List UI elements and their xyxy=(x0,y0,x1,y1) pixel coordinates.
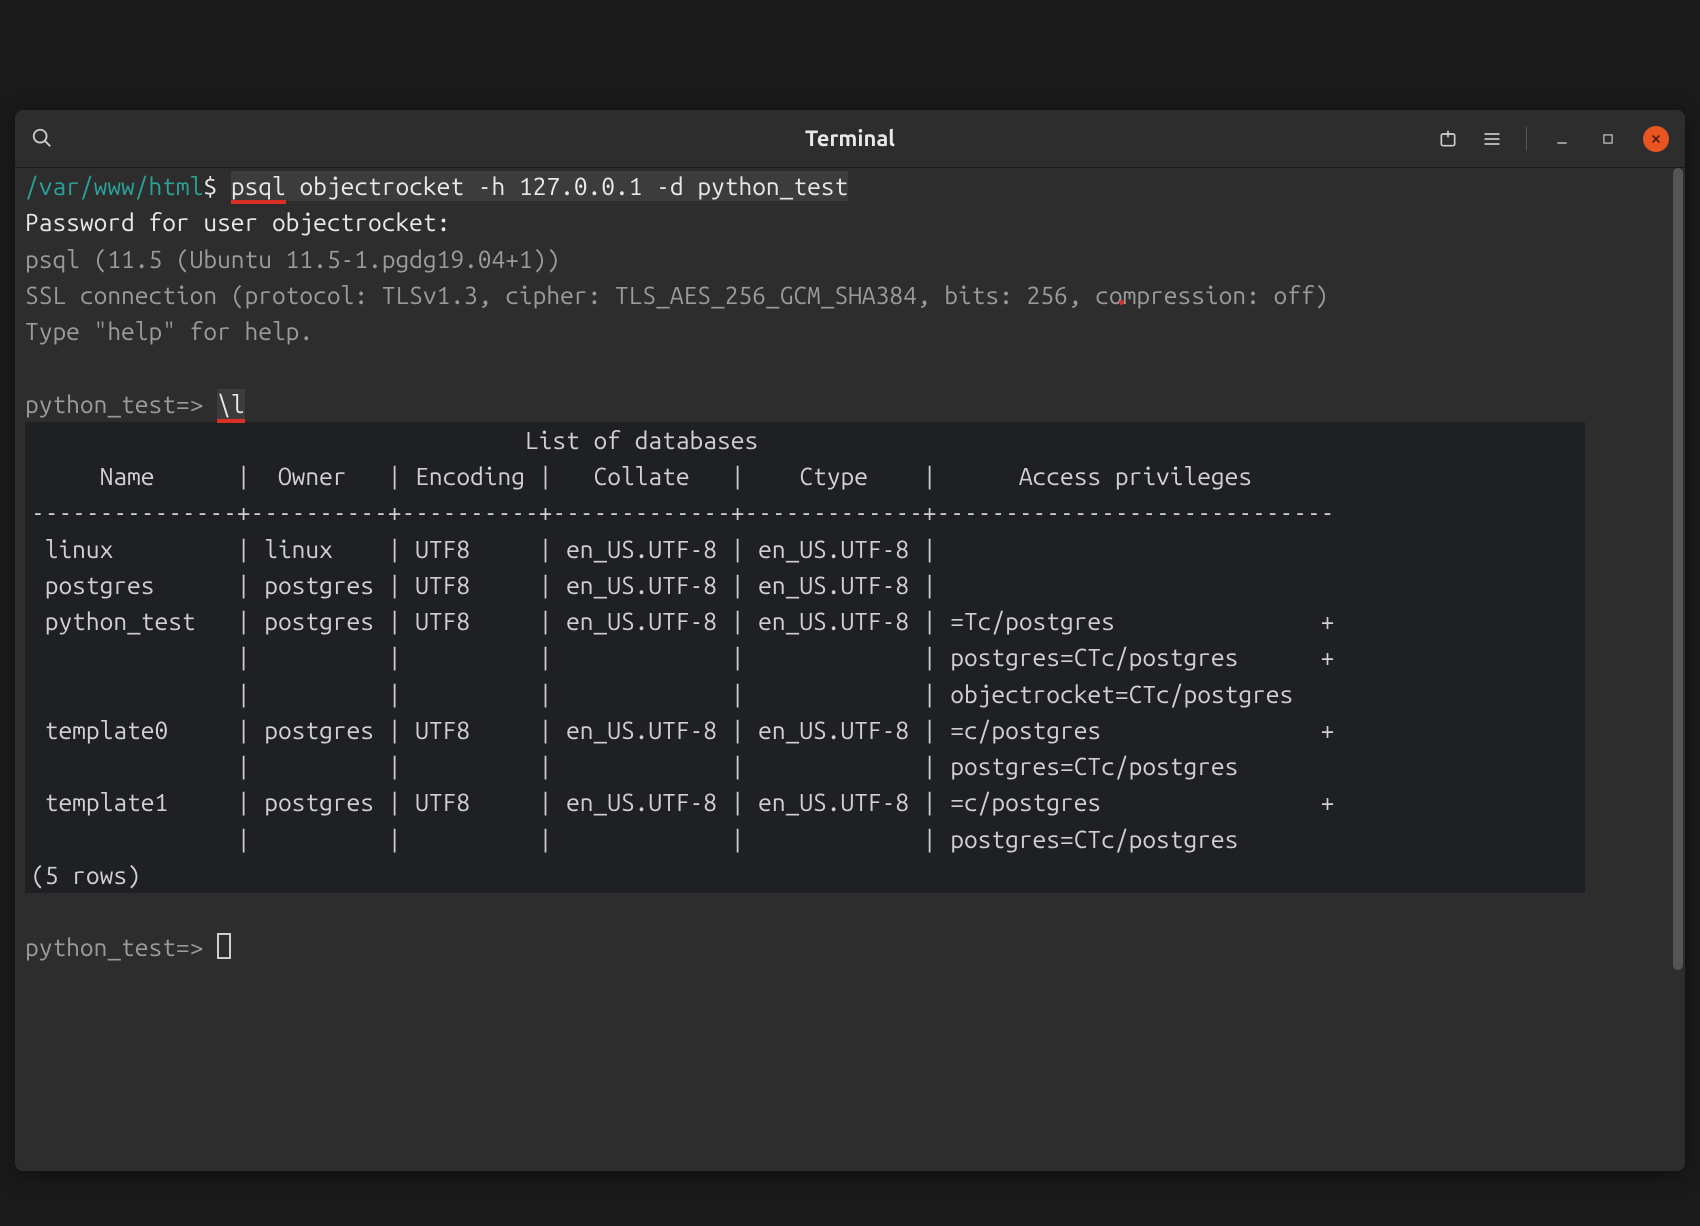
new-tab-icon[interactable] xyxy=(1438,129,1458,149)
psql-prompt: python_test=> xyxy=(25,933,203,961)
ssl-info: SSL connection (protocol: TLSv1.3, ciphe… xyxy=(15,277,1685,313)
row-count: (5 rows) xyxy=(31,857,1579,893)
table-title-row: List of databases xyxy=(31,422,1579,458)
terminal-body[interactable]: /var/www/html$ psql objectrocket -h 127.… xyxy=(15,168,1685,1171)
table-row: template1 | postgres | UTF8 | en_US.UTF-… xyxy=(31,784,1579,820)
psql-command: \l xyxy=(217,389,244,419)
db-list-table: List of databases Name | Owner | Encodin… xyxy=(25,422,1585,893)
window-title: Terminal xyxy=(15,126,1685,151)
cwd-path: /var/www/html xyxy=(25,172,203,200)
table-row: python_test | postgres | UTF8 | en_US.UT… xyxy=(31,603,1579,639)
close-button[interactable] xyxy=(1643,126,1669,152)
table-row: | | | | | postgres=CTc/postgres xyxy=(31,821,1579,857)
password-prompt: Password for user objectrocket: xyxy=(15,204,1685,240)
command-args: objectrocket -h 127.0.0.1 -d python_test xyxy=(286,172,849,200)
table-row: | | | | | objectrocket=CTc/postgres xyxy=(31,676,1579,712)
table-row: postgres | postgres | UTF8 | en_US.UTF-8… xyxy=(31,567,1579,603)
hamburger-menu-icon[interactable] xyxy=(1482,129,1502,149)
annotation-dot xyxy=(1119,300,1124,305)
terminal-window: Terminal /var/www/html$ psql objectrocke… xyxy=(15,110,1685,1171)
search-icon[interactable] xyxy=(31,127,55,151)
table-header-row: Name | Owner | Encoding | Collate | Ctyp… xyxy=(31,458,1579,494)
window-controls xyxy=(1438,126,1669,152)
titlebar: Terminal xyxy=(15,110,1685,168)
scrollbar[interactable] xyxy=(1671,168,1683,1171)
separator xyxy=(1526,127,1527,151)
scrollbar-thumb[interactable] xyxy=(1673,168,1683,970)
table-row: template0 | postgres | UTF8 | en_US.UTF-… xyxy=(31,712,1579,748)
prompt-symbol: $ xyxy=(203,172,217,200)
minimize-button[interactable] xyxy=(1551,128,1573,150)
table-body: linux | linux | UTF8 | en_US.UTF-8 | en_… xyxy=(31,531,1579,857)
psql-prompt: python_test=> xyxy=(25,390,203,418)
table-row: | | | | | postgres=CTc/postgres xyxy=(31,748,1579,784)
table-separator: ---------------+----------+----------+--… xyxy=(31,494,1579,530)
table-row: | | | | | postgres=CTc/postgres + xyxy=(31,639,1579,675)
table-row: linux | linux | UTF8 | en_US.UTF-8 | en_… xyxy=(31,531,1579,567)
cursor xyxy=(217,933,231,959)
maximize-button[interactable] xyxy=(1597,128,1619,150)
help-hint: Type "help" for help. xyxy=(15,313,1685,349)
command-name: psql xyxy=(231,172,286,200)
table-title: List of databases xyxy=(525,426,758,454)
psql-version: psql (11.5 (Ubuntu 11.5-1.pgdg19.04+1)) xyxy=(15,241,1685,277)
